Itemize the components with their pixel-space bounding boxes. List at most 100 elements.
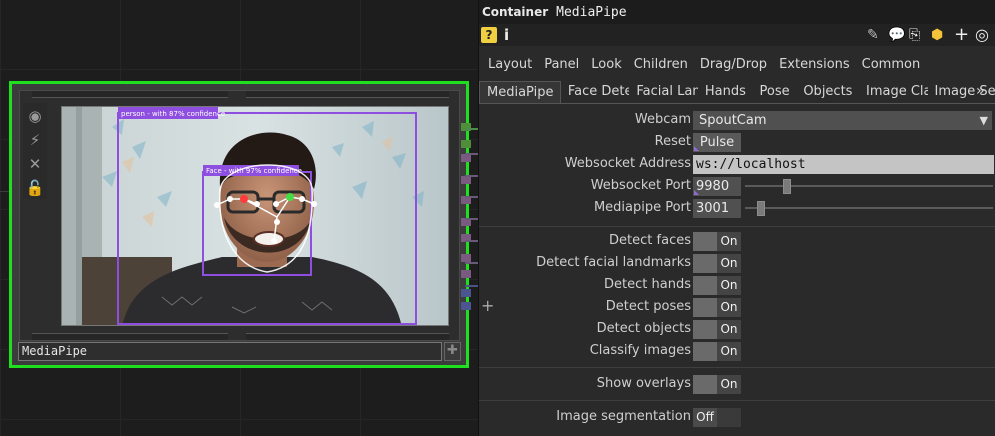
help-icon[interactable]: ?: [481, 27, 497, 43]
mediapipe-port-slider[interactable]: [745, 207, 993, 209]
param-marker: [694, 146, 699, 151]
param-label: Reset: [654, 134, 691, 149]
mediapipe-port-field[interactable]: 3001: [693, 199, 741, 218]
toggle-off-half: [693, 254, 717, 273]
wire: [465, 262, 478, 264]
tab-mediapipe[interactable]: MediaPipe: [479, 81, 561, 103]
param-label: Detect facial landmarks: [536, 255, 691, 270]
detect-hands-toggle[interactable]: On: [693, 276, 741, 295]
wire: [465, 128, 478, 130]
param-label: Webcam: [634, 112, 691, 127]
tab-layout[interactable]: Layout: [488, 57, 532, 72]
param-mediapipe-port: Mediapipe Port 3001: [479, 198, 995, 218]
operator-type: Container: [482, 5, 549, 19]
param-label: Detect hands: [604, 277, 691, 292]
param-detect-facial-landmarks: Detect facial landmarks On: [479, 253, 995, 273]
tab-hands[interactable]: Hands: [698, 81, 753, 103]
wire: [465, 218, 478, 220]
webcam-menu[interactable]: SpoutCam ▼: [693, 111, 992, 130]
viewer-icon[interactable]: ◉: [23, 105, 47, 127]
toggle-state: On: [717, 342, 741, 361]
toggle-state: Off: [693, 408, 717, 427]
parameter-panel: Container MediaPipe ? i ✎ 💬 ⎘ ⬢ + ◎ Layo…: [478, 0, 995, 436]
python-icon[interactable]: ⬢: [931, 25, 943, 45]
info-icon[interactable]: i: [504, 25, 509, 45]
tab-image-segmenter[interactable]: Image Seg: [928, 81, 995, 103]
tab-image-classifier[interactable]: Image Cla: [859, 81, 928, 103]
output-connector[interactable]: [461, 254, 471, 262]
comment-icon[interactable]: 💬: [888, 25, 905, 45]
tab-look[interactable]: Look: [591, 57, 621, 72]
operator-name[interactable]: MediaPipe: [556, 5, 626, 20]
param-label: Websocket Port: [590, 178, 691, 193]
param-label: Detect faces: [609, 233, 691, 248]
param-detect-poses: Detect poses On: [479, 297, 995, 317]
output-connector[interactable]: [461, 289, 471, 297]
detect-facial-landmarks-toggle[interactable]: On: [693, 254, 741, 273]
tab-extensions[interactable]: Extensions: [779, 57, 850, 72]
person-detection-label: person - with 87% confidence: [121, 110, 225, 118]
param-reset: Reset Pulse: [479, 132, 995, 152]
wire: [465, 285, 478, 287]
param-label: Websocket Address: [564, 156, 691, 171]
reset-pulse-button[interactable]: Pulse: [693, 133, 741, 152]
image-segmentation-toggle[interactable]: Off: [693, 408, 741, 427]
output-connector[interactable]: [461, 154, 471, 162]
tab-dragdrop[interactable]: Drag/Drop: [700, 57, 767, 72]
section-divider: [479, 367, 995, 368]
output-connector[interactable]: [461, 302, 471, 310]
pencil-icon[interactable]: ✎: [867, 25, 879, 45]
mediapipe-node[interactable]: ◉ ⚡ ✕ 🔓 person - with 87% confidence Fac…: [9, 81, 471, 368]
add-operator-icon[interactable]: +: [481, 296, 494, 315]
output-connector[interactable]: [461, 176, 471, 184]
viewer-toggle-icon[interactable]: ✚: [444, 342, 461, 361]
webcam-viewer[interactable]: person - with 87% confidence Face - with…: [61, 106, 449, 326]
slider-handle[interactable]: [757, 201, 765, 216]
wire: [465, 196, 478, 198]
output-connector[interactable]: [461, 140, 471, 148]
toggle-off-half: [693, 298, 717, 317]
tab-common[interactable]: Common: [862, 57, 921, 72]
cook-icon[interactable]: ⚡: [23, 129, 47, 151]
detect-faces-toggle[interactable]: On: [693, 232, 741, 251]
tab-facial-landmarks[interactable]: Facial Lanc: [629, 81, 698, 103]
lock-icon[interactable]: 🔓: [23, 177, 47, 199]
camera-frame: person - with 87% confidence Face - with…: [62, 107, 448, 325]
tab-objects[interactable]: Objects: [796, 81, 859, 103]
node-tool-column: ◉ ⚡ ✕ 🔓: [23, 103, 47, 199]
clone-icon[interactable]: ⎘: [909, 25, 920, 45]
tab-face-detector[interactable]: Face Detec: [561, 81, 630, 103]
toggle-off-half: [693, 276, 717, 295]
param-webcam: Webcam SpoutCam ▼: [479, 110, 995, 130]
websocket-port-field[interactable]: 9980: [693, 177, 741, 196]
detect-objects-toggle[interactable]: On: [693, 320, 741, 339]
panel-header: Container MediaPipe: [479, 0, 995, 24]
show-overlays-toggle[interactable]: On: [693, 375, 741, 394]
target-icon[interactable]: ◎: [975, 25, 989, 45]
section-divider: [479, 226, 995, 227]
page-tabs-row-1: Layout Panel Look Children Drag/Drop Ext…: [479, 52, 995, 76]
node-name-label[interactable]: MediaPipe: [18, 342, 442, 361]
toggle-off-half: [693, 375, 717, 394]
classify-images-toggle[interactable]: On: [693, 342, 741, 361]
toggle-state: On: [717, 375, 741, 394]
network-editor[interactable]: ◉ ⚡ ✕ 🔓 person - with 87% confidence Fac…: [0, 0, 478, 436]
tab-pose[interactable]: Pose: [753, 81, 797, 103]
tab-panel[interactable]: Panel: [544, 57, 579, 72]
param-label: Mediapipe Port: [593, 200, 691, 215]
param-websocket-port: Websocket Port 9980: [479, 176, 995, 196]
bypass-icon[interactable]: ✕: [23, 153, 47, 175]
detect-poses-toggle[interactable]: On: [693, 298, 741, 317]
toggle-state: On: [717, 232, 741, 251]
more-tabs-icon[interactable]: »: [976, 83, 985, 99]
toggle-state: On: [717, 320, 741, 339]
param-label: Detect poses: [605, 299, 691, 314]
param-detect-hands: Detect hands On: [479, 275, 995, 295]
toggle-off-half: [693, 342, 717, 361]
websocket-address-field[interactable]: ws://localhost: [693, 155, 994, 174]
output-connector[interactable]: [461, 270, 471, 278]
tab-children[interactable]: Children: [634, 57, 688, 72]
slider-handle[interactable]: [783, 179, 791, 194]
wire: [465, 175, 478, 177]
add-icon[interactable]: +: [954, 25, 969, 45]
